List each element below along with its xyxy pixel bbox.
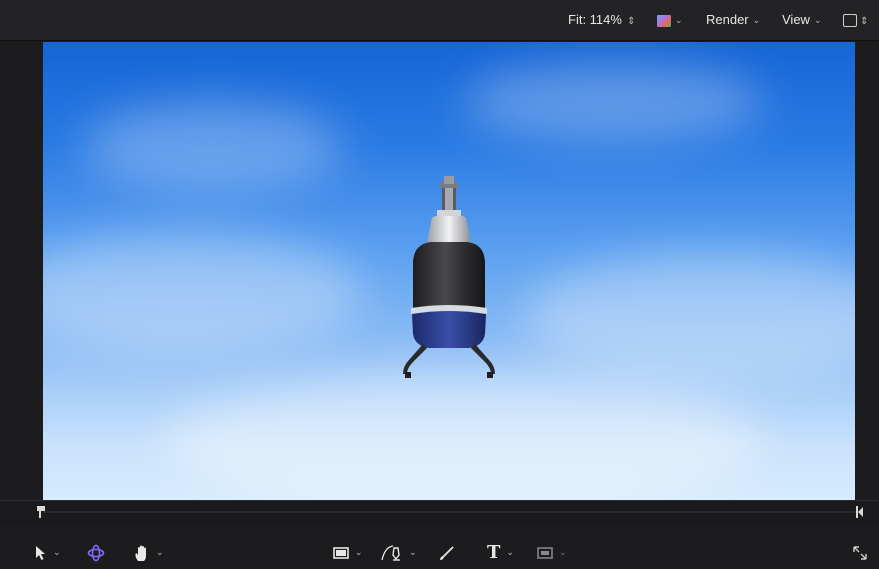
- view-menu-label: View: [782, 12, 810, 27]
- viewer-toolbar: Fit: 114% ⇕ ⌄ Render ⌄ View ⌄ ⇕: [0, 0, 879, 41]
- canvas[interactable]: [43, 42, 855, 500]
- cloud: [43, 232, 363, 352]
- bezier-mask-tool[interactable]: ⌄: [381, 543, 417, 563]
- viewer-area: [0, 41, 879, 500]
- helicopter-image: [403, 176, 495, 378]
- overlay-toggle-popup[interactable]: ⇕: [843, 11, 868, 29]
- cloud: [163, 372, 763, 500]
- select-transform-tool[interactable]: ⌄: [35, 543, 61, 563]
- arrow-pointer-icon: [36, 546, 45, 560]
- mask-tool[interactable]: ⌄: [537, 543, 567, 563]
- zoom-fit-label: Fit: 114%: [568, 12, 622, 27]
- mask-icon: [537, 547, 553, 559]
- cloud: [463, 62, 763, 142]
- timeline-track: [43, 511, 855, 513]
- brush-icon: [440, 546, 454, 560]
- chevron-down-icon: ⌄: [156, 546, 164, 557]
- pen-icon: [381, 545, 400, 561]
- updown-arrows-icon: ⇕: [860, 16, 869, 27]
- shape-tool[interactable]: ⌄: [333, 543, 363, 563]
- chevron-down-icon: ⌄: [506, 546, 514, 557]
- chevron-down-icon: ⌄: [752, 15, 761, 25]
- text-icon: T: [487, 542, 501, 563]
- render-menu-label: Render: [706, 12, 749, 27]
- chevron-down-icon: ⌄: [813, 15, 822, 25]
- expand-arrows-icon: [853, 546, 867, 560]
- pan-tool[interactable]: ⌄: [134, 543, 164, 563]
- play-range-out-icon[interactable]: [856, 505, 864, 522]
- chevron-down-icon: ⌄: [409, 546, 417, 557]
- zoom-fit-popup[interactable]: Fit: 114% ⇕: [568, 11, 635, 29]
- render-menu[interactable]: Render ⌄: [706, 11, 760, 29]
- text-tool[interactable]: T ⌄: [487, 543, 514, 563]
- color-channels-popup[interactable]: ⌄: [657, 11, 683, 29]
- paint-stroke-tool[interactable]: [439, 543, 455, 563]
- cloud: [83, 102, 343, 192]
- play-range-in-icon[interactable]: [36, 505, 46, 522]
- hand-icon: [135, 545, 146, 561]
- 3d-transform-tool[interactable]: [87, 543, 105, 563]
- chevron-down-icon: ⌄: [559, 546, 567, 557]
- view-menu[interactable]: View ⌄: [782, 11, 822, 29]
- checkbox-icon: [843, 14, 857, 28]
- cloud: [523, 252, 855, 382]
- chevron-down-icon: ⌄: [675, 15, 683, 25]
- chevron-down-icon: ⌄: [355, 546, 363, 557]
- rectangle-icon: [333, 547, 349, 559]
- color-swatch-icon: [657, 14, 671, 27]
- expand-viewer-button[interactable]: [852, 543, 868, 563]
- mini-timeline[interactable]: [0, 500, 879, 524]
- tools-toolbar: ⌄ ⌄ ⌄ ⌄ T ⌄ ⌄: [0, 523, 879, 569]
- orbit-icon: [87, 544, 105, 562]
- updown-arrows-icon: ⇕: [626, 16, 636, 27]
- chevron-down-icon: ⌄: [53, 546, 61, 557]
